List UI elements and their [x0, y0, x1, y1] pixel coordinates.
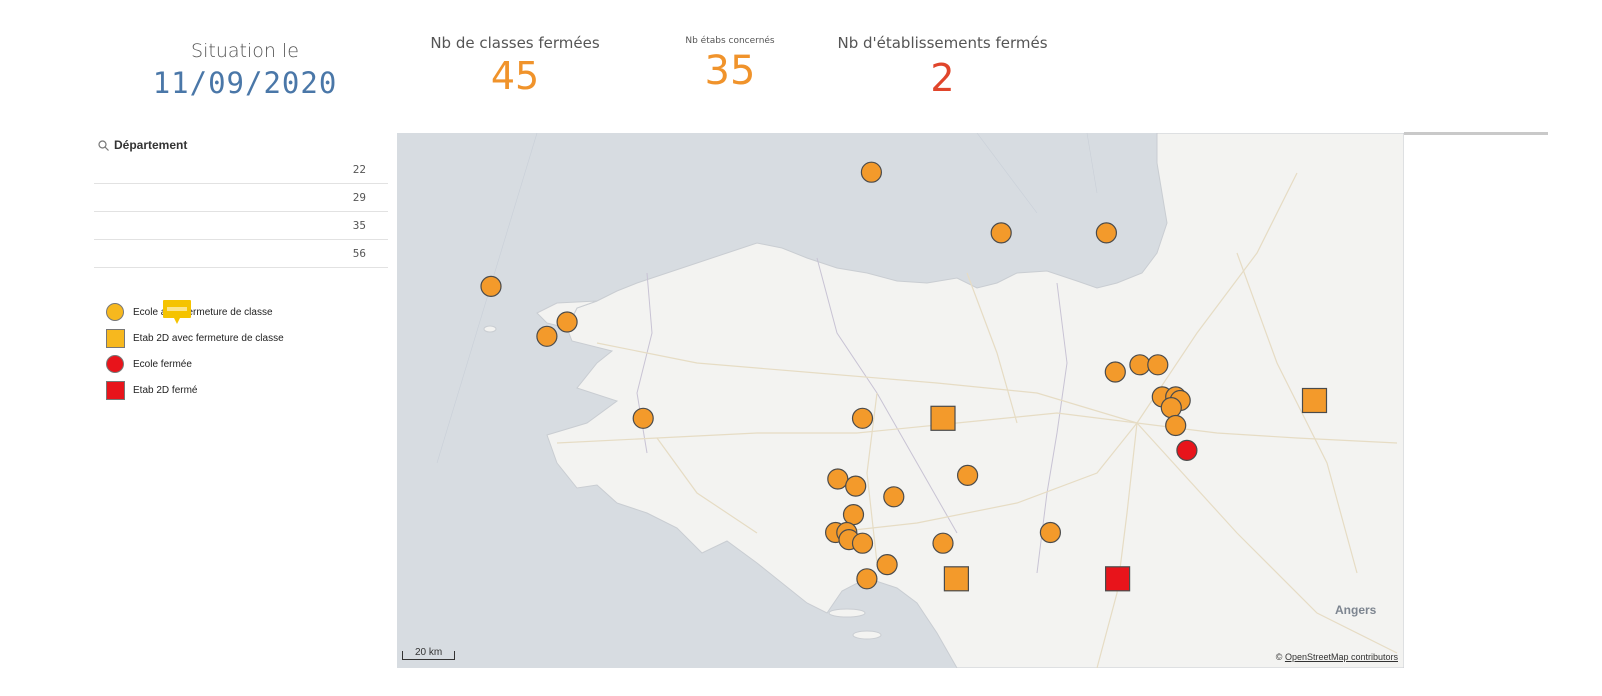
- department-filter-header[interactable]: Département: [94, 134, 388, 156]
- divider: [1404, 132, 1548, 135]
- department-filter-title: Département: [114, 138, 188, 152]
- kpi-closed-establishments-value: 2: [930, 56, 955, 100]
- map-view[interactable]: Angers 20 km © OpenStreetMap contributor…: [397, 133, 1404, 668]
- red-square-icon: [105, 380, 125, 400]
- orange-circle-icon: [106, 303, 124, 321]
- comment-icon[interactable]: [162, 299, 192, 325]
- department-row-22[interactable]: 22: [94, 156, 388, 184]
- orange-square-icon: [105, 328, 125, 348]
- map-markers: [480, 161, 1328, 592]
- closure-school-marker[interactable]: [1095, 222, 1118, 244]
- legend-item-school-class-closure: Ecole avec fermeture de classe: [104, 299, 284, 325]
- legend-item-2d-closed: Etab 2D fermé: [104, 380, 284, 400]
- closure-school-marker[interactable]: [827, 468, 849, 490]
- closure-school-marker[interactable]: [536, 325, 558, 347]
- closure-school-marker[interactable]: [851, 532, 874, 554]
- kpi-etabs-concerned-label: Nb étabs concernés: [685, 36, 775, 46]
- closure-school-marker[interactable]: [1147, 354, 1169, 376]
- kpi-closed-establishments-label: Nb d'établissements fermés: [837, 34, 1048, 52]
- kpi-date-label: Situation le: [191, 40, 299, 62]
- department-filter: Département 22 29 35 56: [94, 134, 388, 268]
- attribution-prefix: ©: [1275, 652, 1285, 662]
- legend-label: Ecole avec fermeture de classe: [133, 306, 273, 318]
- closure-school-marker[interactable]: [1129, 354, 1151, 376]
- red-circle-icon: [106, 355, 124, 373]
- closure-school-marker[interactable]: [632, 407, 654, 429]
- legend-label: Etab 2D avec fermeture de classe: [133, 332, 284, 344]
- map-attribution: © OpenStreetMap contributors: [1276, 652, 1398, 662]
- closure-etab-2d-marker[interactable]: [930, 405, 956, 431]
- closure-school-marker[interactable]: [845, 475, 867, 497]
- department-row-35[interactable]: 35: [94, 212, 388, 240]
- closed-etab-2d-marker[interactable]: [1104, 566, 1131, 592]
- map-scale-bar: 20 km: [402, 648, 456, 660]
- legend-item-2d-class-closure: Etab 2D avec fermeture de classe: [104, 328, 284, 348]
- department-row-56[interactable]: 56: [94, 240, 388, 268]
- legend-label: Etab 2D fermé: [133, 384, 198, 396]
- closure-school-marker[interactable]: [480, 275, 502, 297]
- closure-school-marker[interactable]: [1165, 414, 1187, 437]
- kpi-date: Situation le 11/09/2020: [130, 40, 360, 100]
- closure-school-marker[interactable]: [883, 486, 905, 508]
- closure-school-marker[interactable]: [1160, 397, 1182, 419]
- legend-item-school-closed: Ecole fermée: [104, 354, 284, 374]
- closure-school-marker[interactable]: [1104, 361, 1126, 383]
- closure-school-marker[interactable]: [860, 161, 882, 183]
- openstreetmap-link[interactable]: OpenStreetMap contributors: [1285, 652, 1398, 662]
- closure-school-marker[interactable]: [876, 554, 898, 576]
- closure-school-marker[interactable]: [1039, 521, 1062, 544]
- closed-school-marker[interactable]: [1176, 439, 1198, 461]
- closure-etab-2d-marker[interactable]: [943, 566, 970, 592]
- kpi-closed-classes-label: Nb de classes fermées: [430, 34, 600, 52]
- closure-school-marker[interactable]: [842, 504, 865, 526]
- kpi-closed-classes-value: 45: [490, 54, 540, 98]
- department-row-29[interactable]: 29: [94, 184, 388, 212]
- map-legend: Ecole avec fermeture de classe Etab 2D a…: [104, 299, 284, 406]
- kpi-closed-establishments: Nb d'établissements fermés 2: [830, 34, 1055, 100]
- closure-school-marker[interactable]: [851, 407, 874, 429]
- closure-school-marker[interactable]: [856, 568, 878, 590]
- closure-etab-2d-marker[interactable]: [1301, 387, 1328, 414]
- kpi-etabs-concerned: Nb étabs concernés 35: [660, 36, 800, 94]
- closure-school-marker[interactable]: [956, 464, 979, 486]
- kpi-closed-classes: Nb de classes fermées 45: [420, 34, 610, 98]
- closure-school-marker[interactable]: [556, 311, 578, 333]
- closure-school-marker[interactable]: [932, 532, 954, 554]
- search-icon[interactable]: [98, 139, 109, 151]
- kpi-date-value: 11/09/2020: [152, 66, 338, 100]
- closure-school-marker[interactable]: [990, 222, 1012, 244]
- legend-label: Ecole fermée: [133, 358, 192, 370]
- kpi-etabs-concerned-value: 35: [704, 48, 756, 94]
